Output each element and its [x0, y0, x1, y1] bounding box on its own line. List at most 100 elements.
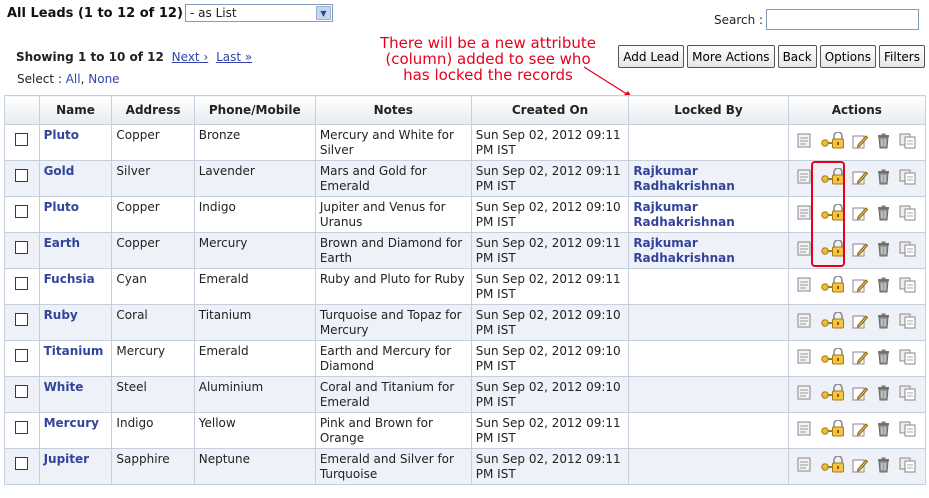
row-checkbox[interactable] [15, 349, 29, 362]
lock-icon[interactable] [820, 420, 844, 437]
edit-icon[interactable] [852, 133, 869, 149]
next-link[interactable]: Next › [172, 50, 209, 64]
select-all-link[interactable]: All [66, 72, 81, 86]
copy-icon[interactable] [899, 457, 916, 473]
lead-name[interactable]: Jupiter [38, 448, 113, 485]
edit-icon[interactable] [852, 457, 869, 473]
lead-name[interactable]: Earth [38, 232, 113, 269]
row-checkbox[interactable] [15, 205, 29, 218]
chevron-down-icon[interactable]: ▼ [316, 6, 331, 20]
lead-created-on: Sun Sep 02, 2012 09:11 PM IST [470, 124, 630, 161]
delete-icon[interactable] [877, 313, 890, 329]
lead-address: Copper [111, 196, 195, 233]
header-phone[interactable]: Phone/Mobile [193, 95, 316, 125]
copy-icon[interactable] [899, 385, 916, 401]
row-checkbox[interactable] [15, 133, 29, 146]
lead-phone: Lavender [193, 160, 316, 197]
lock-icon[interactable] [820, 132, 844, 149]
select-none-link[interactable]: None [88, 72, 119, 86]
showing-label: Showing 1 to 10 of 12 [16, 50, 164, 64]
add-lead-button[interactable]: Add Lead [618, 45, 685, 68]
lead-name[interactable]: Titanium [38, 340, 113, 377]
options-button[interactable]: Options [819, 45, 877, 68]
view-icon[interactable] [797, 349, 811, 364]
copy-icon[interactable] [899, 169, 916, 185]
view-icon[interactable] [797, 169, 811, 184]
row-checkbox[interactable] [15, 313, 29, 326]
copy-icon[interactable] [899, 421, 916, 437]
lead-name[interactable]: Pluto [38, 124, 113, 161]
delete-icon[interactable] [877, 277, 890, 293]
delete-icon[interactable] [877, 205, 890, 221]
delete-icon[interactable] [877, 241, 890, 257]
delete-icon[interactable] [877, 385, 890, 401]
edit-icon[interactable] [852, 241, 869, 257]
lock-icon[interactable] [820, 456, 844, 473]
header-notes[interactable]: Notes [314, 95, 472, 125]
last-link[interactable]: Last » [216, 50, 252, 64]
more-actions-button[interactable]: More Actions [687, 45, 775, 68]
edit-icon[interactable] [852, 385, 869, 401]
copy-icon[interactable] [899, 205, 916, 221]
copy-icon[interactable] [899, 133, 916, 149]
lock-icon[interactable] [820, 276, 844, 293]
row-checkbox[interactable] [15, 457, 29, 470]
lead-address: Steel [111, 376, 195, 413]
edit-icon[interactable] [852, 169, 869, 185]
delete-icon[interactable] [877, 421, 890, 437]
lock-icon[interactable] [820, 312, 844, 329]
lead-name[interactable]: White [38, 376, 113, 413]
row-actions [787, 196, 927, 233]
edit-icon[interactable] [852, 205, 869, 221]
delete-icon[interactable] [877, 133, 890, 149]
lead-locked-by [628, 268, 789, 305]
search-label: Search : [714, 13, 764, 27]
view-icon[interactable] [797, 205, 811, 220]
copy-icon[interactable] [899, 313, 916, 329]
view-icon[interactable] [797, 277, 811, 292]
edit-icon[interactable] [852, 349, 869, 365]
copy-icon[interactable] [899, 349, 916, 365]
header-created-on[interactable]: Created On [470, 95, 630, 125]
lead-locked-by: Rajkumar Radhakrishnan [628, 160, 789, 197]
header-locked-by[interactable]: Locked By [628, 95, 789, 125]
row-checkbox[interactable] [15, 241, 29, 254]
edit-icon[interactable] [852, 421, 869, 437]
lead-name[interactable]: Mercury [38, 412, 113, 449]
view-icon[interactable] [797, 133, 811, 148]
row-checkbox[interactable] [15, 277, 29, 290]
edit-icon[interactable] [852, 277, 869, 293]
view-icon[interactable] [797, 457, 811, 472]
row-actions [787, 160, 927, 197]
row-checkbox[interactable] [15, 169, 29, 182]
delete-icon[interactable] [877, 457, 890, 473]
lead-name[interactable]: Ruby [38, 304, 113, 341]
lead-name[interactable]: Fuchsia [38, 268, 113, 305]
lock-icon[interactable] [820, 348, 844, 365]
search-input[interactable] [766, 9, 919, 30]
delete-icon[interactable] [877, 169, 890, 185]
lead-phone: Bronze [193, 124, 316, 161]
lead-address: Mercury [111, 340, 195, 377]
delete-icon[interactable] [877, 349, 890, 365]
back-button[interactable]: Back [777, 45, 817, 68]
lock-icon[interactable] [820, 384, 844, 401]
copy-icon[interactable] [899, 241, 916, 257]
filters-button[interactable]: Filters [879, 45, 925, 68]
view-icon[interactable] [797, 313, 811, 328]
view-icon[interactable] [797, 385, 811, 400]
view-icon[interactable] [797, 421, 811, 436]
header-name[interactable]: Name [38, 95, 113, 125]
table-row: Pluto Copper Bronze Mercury and White fo… [4, 124, 927, 161]
row-checkbox[interactable] [15, 385, 29, 398]
lead-created-on: Sun Sep 02, 2012 09:10 PM IST [470, 376, 630, 413]
lead-name[interactable]: Gold [38, 160, 113, 197]
header-address[interactable]: Address [111, 95, 195, 125]
edit-icon[interactable] [852, 313, 869, 329]
copy-icon[interactable] [899, 277, 916, 293]
row-checkbox[interactable] [15, 421, 29, 434]
view-icon[interactable] [797, 241, 811, 256]
lead-name[interactable]: Pluto [38, 196, 113, 233]
lead-phone: Emerald [193, 340, 316, 377]
view-select[interactable]: - as List ▼ [185, 4, 333, 22]
